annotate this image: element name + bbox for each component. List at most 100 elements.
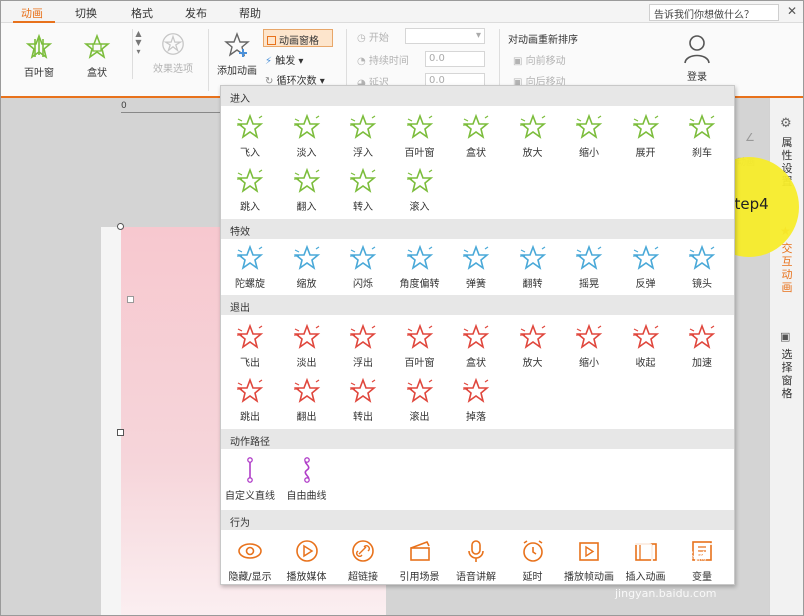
exit-item-label: 浮出 — [353, 358, 373, 369]
watermark-brand: Bai 经验 — [657, 551, 708, 566]
tab-transition[interactable]: 切换 — [75, 5, 97, 21]
action-item-2[interactable]: 超链接 — [335, 537, 391, 583]
resize-handle[interactable] — [117, 429, 124, 436]
entrance-item-11[interactable]: 转入 — [335, 167, 391, 213]
entrance-item-label: 飞入 — [240, 148, 260, 159]
exit-item-5[interactable]: 放大 — [505, 323, 561, 369]
tab-publish[interactable]: 发布 — [185, 5, 207, 21]
tab-format[interactable]: 格式 — [131, 5, 153, 21]
emphasis-item-3[interactable]: 角度偏转 — [392, 244, 448, 290]
emphasis-item-5[interactable]: 翻转 — [505, 244, 561, 290]
action-item-5[interactable]: 延时 — [505, 537, 561, 583]
action-item-1[interactable]: 播放媒体 — [279, 537, 335, 583]
exit-item-4[interactable]: 盒状 — [448, 323, 504, 369]
add-animation-star-icon — [224, 32, 250, 57]
emphasis-item-2[interactable]: 闪烁 — [335, 244, 391, 290]
selection-icon[interactable]: ▣ — [780, 330, 790, 343]
rotate-handle[interactable] — [117, 223, 124, 230]
action-icon — [238, 543, 262, 559]
tab-help[interactable]: 帮助 — [239, 5, 261, 21]
exit-item-6[interactable]: 缩小 — [561, 323, 617, 369]
exit-item-12[interactable]: 滚出 — [392, 377, 448, 423]
section-action-title: 行为 — [221, 510, 734, 530]
exit-item-label: 放大 — [522, 358, 543, 369]
entrance-item-7[interactable]: 展开 — [618, 113, 674, 159]
anchor-handle[interactable] — [127, 296, 134, 303]
trigger-button[interactable]: ⚡ 触发 ▾ — [265, 52, 303, 67]
entrance-item-1[interactable]: 淡入 — [279, 113, 335, 159]
animation-star-icon — [236, 377, 264, 403]
animation-star-icon — [462, 113, 490, 139]
exit-item-label: 转出 — [353, 412, 373, 423]
hezhuang-button[interactable]: 盒状 — [77, 33, 117, 79]
entrance-item-8[interactable]: 刹车 — [674, 113, 730, 159]
animation-star-icon — [462, 244, 490, 270]
emphasis-item-7[interactable]: 反弹 — [618, 244, 674, 290]
action-item-label: 延时 — [522, 572, 543, 583]
entrance-item-10[interactable]: 翻入 — [279, 167, 335, 213]
animation-star-icon — [519, 323, 546, 349]
exit-item-11[interactable]: 转出 — [335, 377, 391, 423]
motion_path-item-0[interactable]: 自定义直线 — [222, 456, 278, 502]
emphasis-item-8[interactable]: 镜头 — [674, 244, 730, 290]
exit-item-0[interactable]: 飞出 — [222, 323, 278, 369]
close-icon[interactable]: ✕ — [787, 4, 797, 18]
motion_path-item-1[interactable]: 自由曲线 — [279, 456, 335, 502]
exit-item-label: 收起 — [635, 358, 656, 369]
entrance-item-2[interactable]: 浮入 — [335, 113, 391, 159]
entrance-item-3[interactable]: 百叶窗 — [392, 113, 448, 159]
emphasis-item-0[interactable]: 陀螺旋 — [222, 244, 278, 290]
blinds-star-icon — [25, 33, 53, 59]
exit-item-label: 盒状 — [466, 358, 486, 369]
effect-options-label: 效果选项 — [153, 64, 193, 75]
chevron-down-icon: ▾ — [475, 30, 481, 41]
ribbon-separator — [346, 29, 347, 91]
move-forward-icon: ▣ — [513, 56, 523, 67]
gear-icon[interactable]: ⚙ — [780, 116, 792, 131]
emphasis-item-4[interactable]: 弹簧 — [448, 244, 504, 290]
animation-star-icon — [632, 244, 659, 270]
add-animation-button[interactable]: 添加动画 — [215, 31, 259, 77]
section-entrance-title: 进入 — [221, 86, 734, 106]
search-input[interactable]: 告诉我们你想做什么？ — [649, 4, 779, 21]
exit-item-13[interactable]: 掉落 — [448, 377, 504, 423]
motion-path-icon — [247, 457, 253, 483]
entrance-item-5[interactable]: 放大 — [505, 113, 561, 159]
action-item-6[interactable]: 播放帧动画 — [561, 537, 617, 583]
exit-item-7[interactable]: 收起 — [618, 323, 674, 369]
animation-star-icon — [519, 113, 546, 139]
baiyechuang-button[interactable]: 百叶窗 — [17, 33, 61, 79]
action-icon — [468, 540, 484, 562]
entrance-item-4[interactable]: 盒状 — [448, 113, 504, 159]
move-forward-button[interactable]: ▣ 向前移动 — [513, 52, 566, 67]
duration-input[interactable]: 0.0 — [425, 51, 485, 67]
action-item-3[interactable]: 引用场景 — [392, 537, 448, 583]
exit-item-label: 跳出 — [240, 412, 260, 423]
entrance-item-12[interactable]: 滚入 — [392, 167, 448, 213]
entrance-item-9[interactable]: 跳入 — [222, 167, 278, 213]
exit-item-1[interactable]: 淡出 — [279, 323, 335, 369]
entrance-item-6[interactable]: 缩小 — [561, 113, 617, 159]
exit-item-9[interactable]: 跳出 — [222, 377, 278, 423]
exit-item-10[interactable]: 翻出 — [279, 377, 335, 423]
user-button[interactable]: 登录 — [677, 33, 717, 83]
emphasis-item-label: 缩放 — [296, 279, 317, 290]
interactive-animation-tab[interactable]: 交互动画 — [780, 242, 794, 294]
entrance-item-0[interactable]: 飞入 — [222, 113, 278, 159]
gallery-scroll[interactable]: ▲ ▼ ▾ — [132, 29, 144, 79]
animation-star-icon — [406, 323, 433, 349]
start-select[interactable]: ▾ — [405, 28, 485, 44]
emphasis-item-1[interactable]: 缩放 — [279, 244, 335, 290]
selection-pane-tab[interactable]: 选择窗格 — [780, 348, 794, 400]
action-item-4[interactable]: 语音讲解 — [448, 537, 504, 583]
effect-options-button[interactable]: 效果选项 — [149, 31, 197, 75]
animation-pane-button[interactable]: 动画窗格 — [263, 29, 333, 47]
emphasis-item-6[interactable]: 摇晃 — [561, 244, 617, 290]
tab-animation[interactable]: 动画 — [21, 5, 43, 21]
emphasis-item-label: 镜头 — [692, 279, 712, 290]
action-item-0[interactable]: 隐藏/显示 — [222, 537, 278, 583]
exit-item-3[interactable]: 百叶窗 — [392, 323, 448, 369]
exit-item-8[interactable]: 加速 — [674, 323, 730, 369]
animation-star-icon — [688, 113, 716, 139]
exit-item-2[interactable]: 浮出 — [335, 323, 391, 369]
